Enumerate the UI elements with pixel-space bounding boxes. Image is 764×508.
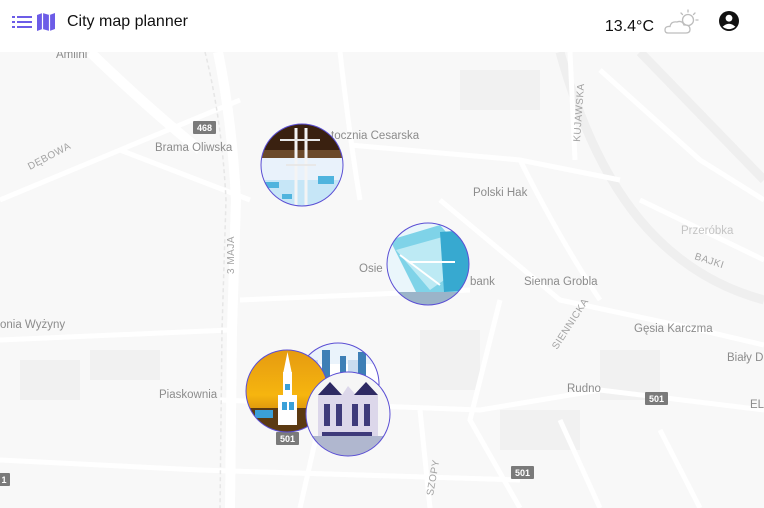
- road-shield-501: 501: [276, 432, 299, 445]
- place-label: Rudno: [567, 383, 601, 395]
- road-shield-468: 468: [193, 121, 216, 134]
- road-shield-1: 1: [0, 473, 10, 486]
- place-label: EL: [750, 399, 764, 411]
- temperature-readout: 13.4°C: [604, 18, 654, 35]
- map-icon[interactable]: [36, 12, 56, 32]
- road-shield-501: 501: [511, 466, 534, 479]
- svg-text:501: 501: [280, 434, 295, 444]
- place-label: bank: [470, 276, 495, 288]
- app-title: City map planner: [67, 13, 188, 30]
- city-map[interactable]: 468 501 501 501 1 Amlini Brama Oliwska t…: [0, 52, 764, 508]
- street-label: 3 MAJA: [226, 236, 237, 274]
- list-icon[interactable]: [12, 14, 32, 30]
- place-label: Polski Hak: [473, 187, 528, 199]
- brand: City map planner: [12, 10, 188, 34]
- place-label: Gęsia Karczma: [634, 323, 713, 335]
- place-label: tocznia Cesarska: [331, 130, 420, 142]
- place-label: Piaskownia: [159, 389, 218, 401]
- place-label: Biały D: [727, 352, 763, 364]
- top-app-bar: City map planner 13.4°C: [0, 0, 764, 52]
- weather-widget: 13.4°C: [605, 9, 702, 37]
- svg-text:501: 501: [649, 394, 664, 404]
- svg-text:468: 468: [197, 123, 212, 133]
- place-label: onia Wyżyny: [0, 319, 65, 331]
- place-label: Osie: [359, 263, 383, 275]
- place-label: Sienna Grobla: [524, 276, 598, 288]
- place-label: Brama Oliwska: [155, 142, 233, 154]
- account-circle-icon[interactable]: [718, 10, 740, 32]
- svg-text:1: 1: [1, 475, 6, 485]
- place-label: Amlini: [56, 52, 87, 61]
- place-label: Przeróbka: [681, 225, 734, 237]
- svg-text:501: 501: [515, 468, 530, 478]
- partly-cloudy-icon: [664, 9, 702, 37]
- road-shield-501: 501: [645, 392, 668, 405]
